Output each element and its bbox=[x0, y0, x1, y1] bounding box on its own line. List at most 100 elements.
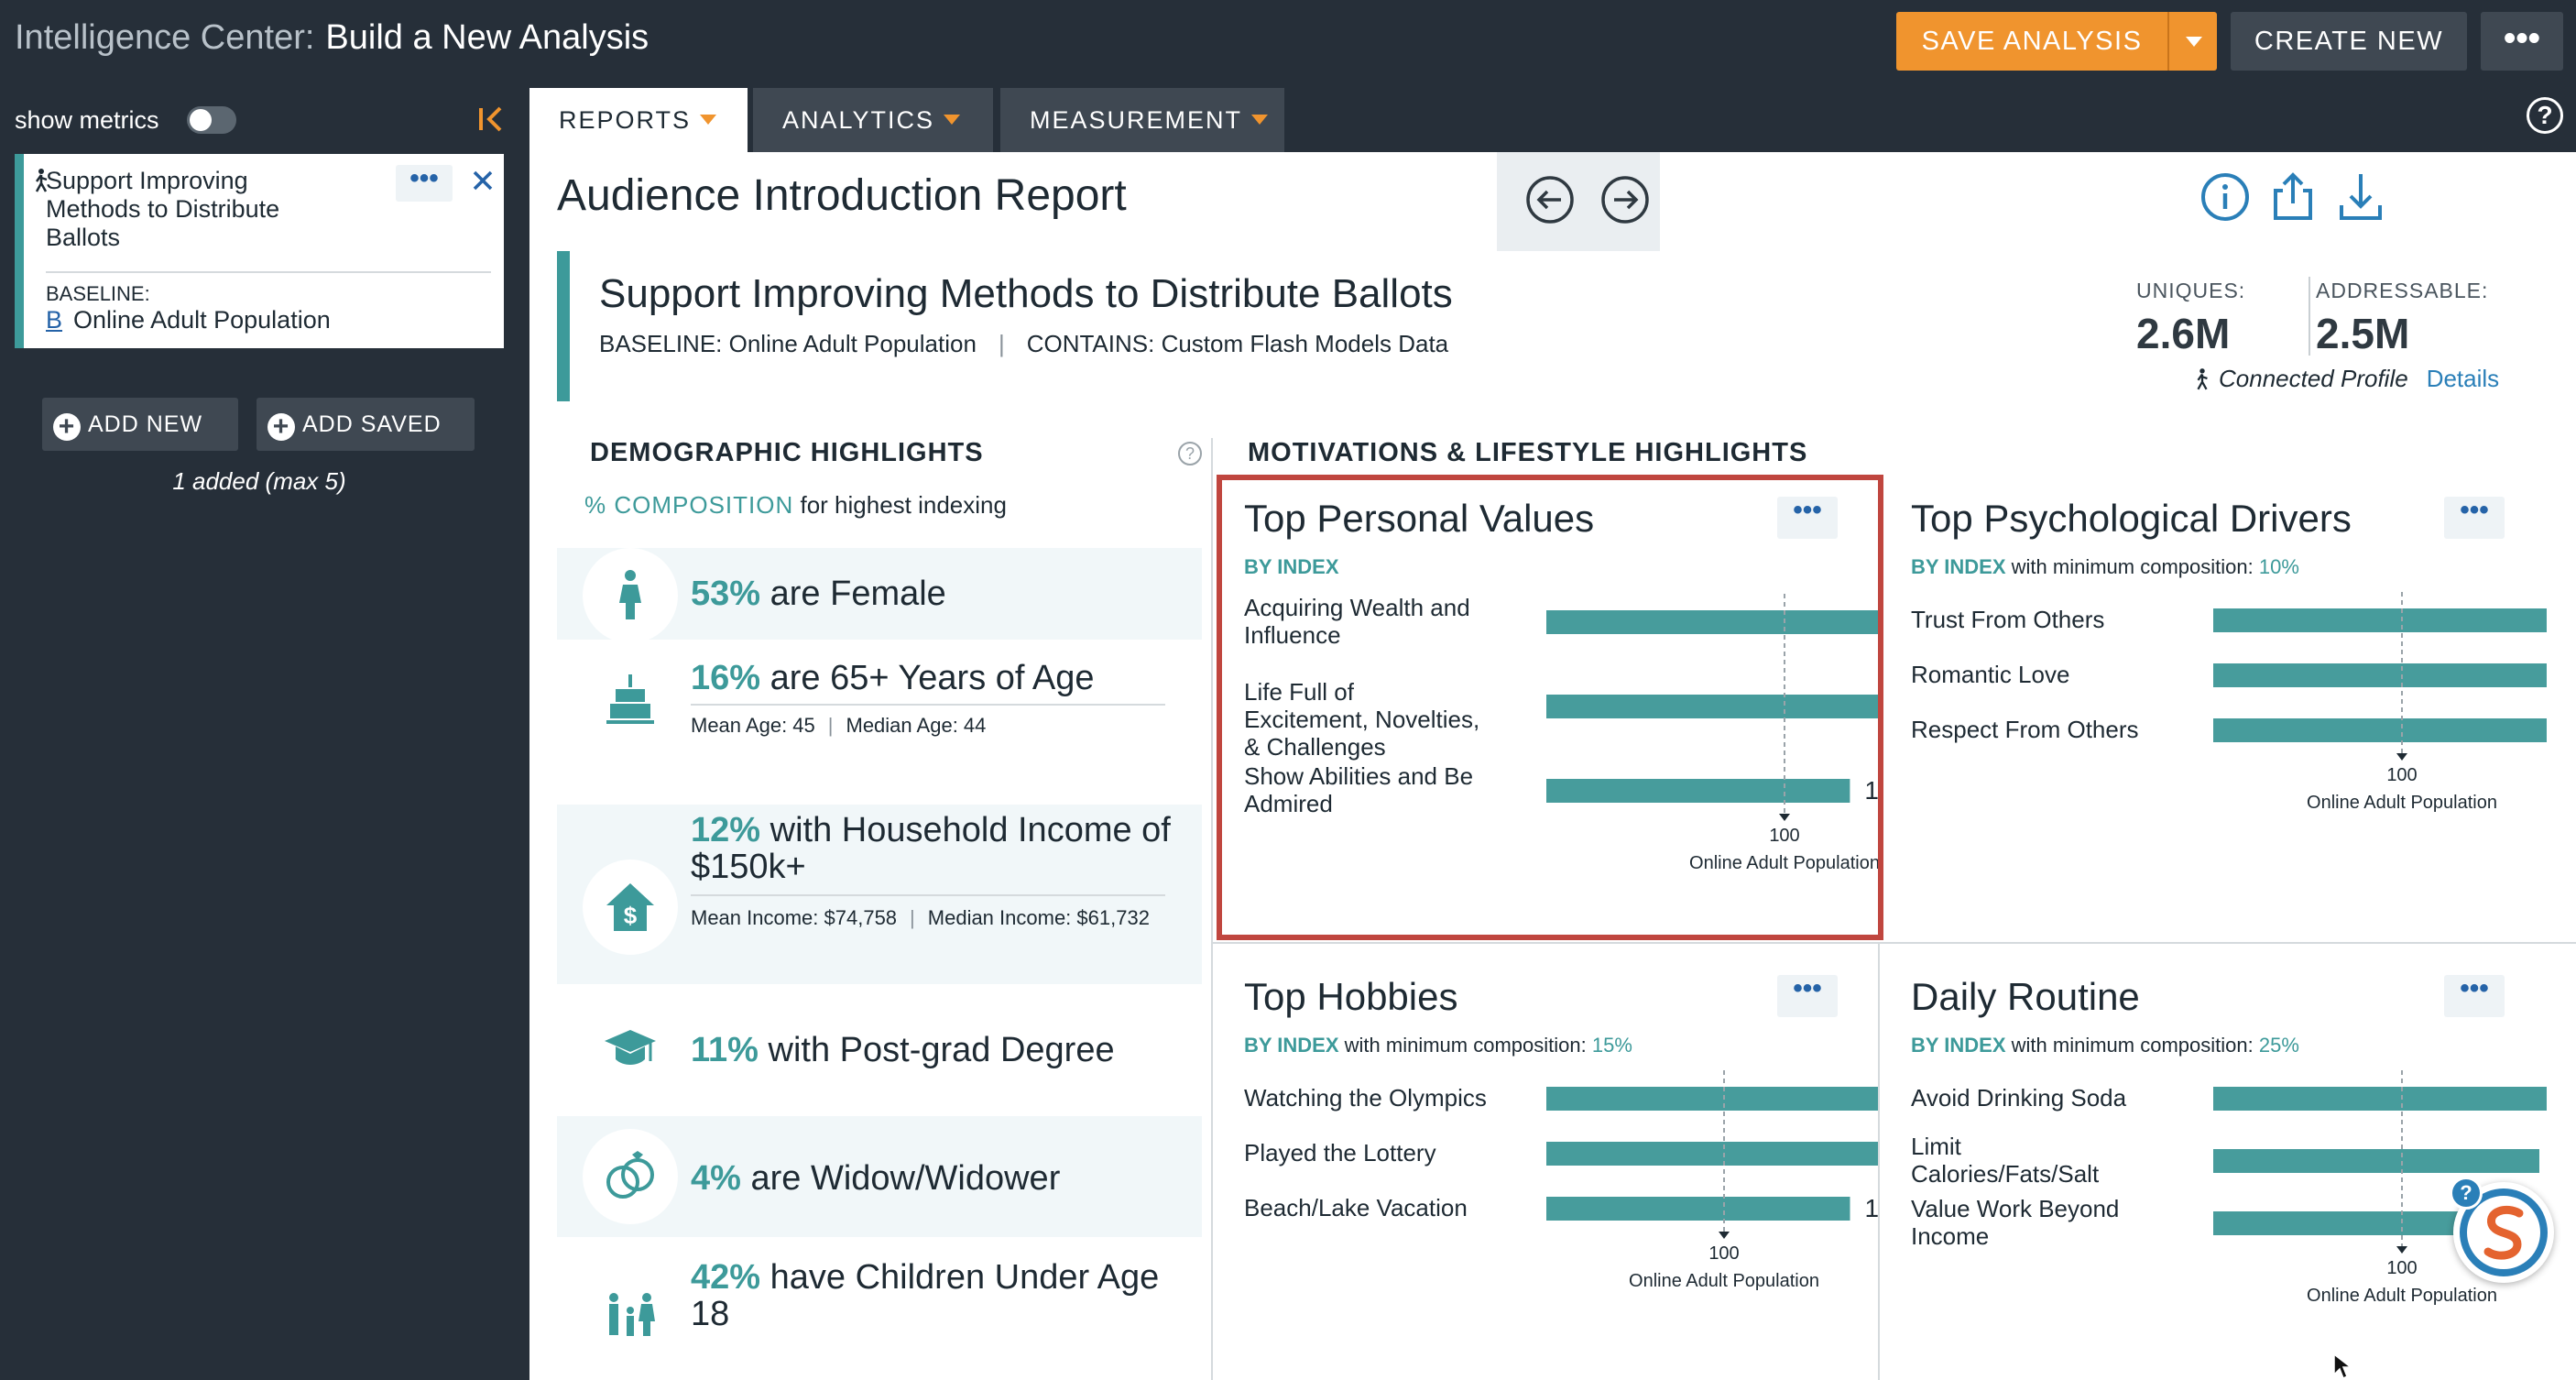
bar bbox=[2213, 608, 2547, 632]
female-stat: 53% are Female bbox=[691, 575, 946, 612]
bar bbox=[1546, 1197, 1850, 1221]
add-saved-label: ADD SAVED bbox=[302, 411, 442, 437]
baseline-label: BASELINE: bbox=[46, 282, 150, 305]
bar-label: Played the Lottery bbox=[1244, 1139, 1436, 1166]
grid-divider-horizontal bbox=[1211, 942, 2576, 944]
stat-percent: 42% bbox=[691, 1258, 761, 1297]
row-divider bbox=[691, 704, 1165, 706]
bar-label: Avoid Drinking Soda bbox=[1911, 1084, 2127, 1112]
daily-routine-panel: Daily Routine ••• BY INDEX with minimum … bbox=[1887, 957, 2547, 1380]
divider: | bbox=[827, 714, 834, 737]
save-analysis-label[interactable]: SAVE ANALYSIS bbox=[1896, 12, 2167, 71]
tab-measurement-label: MEASUREMENT bbox=[1030, 106, 1243, 134]
chevron-down-icon bbox=[1251, 115, 1269, 125]
demographic-subheading: % COMPOSITION for highest indexing bbox=[584, 491, 1007, 520]
arrow-left-icon[interactable] bbox=[1524, 174, 1576, 225]
reference-label: Online Adult Population bbox=[2307, 1286, 2497, 1306]
stat-text: are Widow/Widower bbox=[750, 1159, 1061, 1198]
hobbies-panel: Top Hobbies ••• BY INDEX with minimum co… bbox=[1220, 957, 1880, 1380]
collapse-icon[interactable] bbox=[476, 103, 508, 136]
bar-label: Watching the Olympics bbox=[1244, 1084, 1487, 1112]
motivations-heading: MOTIVATIONS & LIFESTYLE HIGHLIGHTS bbox=[1248, 438, 1808, 467]
add-saved-button[interactable]: + ADD SAVED bbox=[257, 398, 475, 451]
column-divider bbox=[1211, 438, 1213, 1380]
tab-reports-label: REPORTS bbox=[559, 106, 692, 134]
addressable-stat: ADDRESSABLE: 2.5M bbox=[2316, 279, 2488, 358]
baseline-value-text: Online Adult Population bbox=[73, 306, 331, 334]
bar-label-line: Income bbox=[1911, 1222, 1989, 1250]
uniques-label: UNIQUES: bbox=[2136, 279, 2246, 302]
help-icon[interactable]: ? bbox=[2527, 97, 2563, 134]
save-options-dropdown[interactable] bbox=[2167, 12, 2217, 71]
plus-icon: + bbox=[267, 413, 295, 441]
stat-percent: 16% bbox=[691, 659, 761, 697]
arrow-right-icon[interactable] bbox=[1599, 174, 1651, 225]
stat-percent: 53% bbox=[691, 575, 761, 613]
save-analysis-button[interactable]: SAVE ANALYSIS bbox=[1896, 12, 2217, 71]
help-icon[interactable]: ? bbox=[1178, 442, 1202, 465]
report-title: Audience Introduction Report bbox=[557, 171, 1127, 220]
bar-chart: Trust From Others111Romantic Love110Resp… bbox=[1911, 592, 2547, 813]
help-icon[interactable]: ? bbox=[2450, 1177, 2483, 1210]
chevron-down-icon bbox=[944, 115, 961, 125]
selection-highlight bbox=[1217, 475, 1883, 940]
widow-stat: 4% are Widow/Widower bbox=[691, 1160, 1060, 1197]
top-bar: Intelligence Center: Build a New Analysis… bbox=[0, 0, 2576, 84]
bar bbox=[2213, 718, 2547, 742]
audience-summary: Support Improving Methods to Distribute … bbox=[557, 251, 2576, 407]
composition-label: % COMPOSITION bbox=[584, 491, 794, 519]
app-title: Intelligence Center: bbox=[15, 18, 315, 57]
audience-card[interactable]: Support Improving Methods to Distribute … bbox=[15, 154, 504, 348]
reference-marker bbox=[1719, 1232, 1730, 1239]
reference-value: 100 bbox=[1708, 1243, 1739, 1264]
stat-percent: 12% bbox=[691, 811, 761, 849]
details-link[interactable]: Details bbox=[2427, 365, 2499, 392]
age-stat: 16% are 65+ Years of Age bbox=[691, 660, 1095, 696]
bar bbox=[2213, 663, 2547, 687]
report-nav bbox=[1497, 152, 1660, 251]
bar-label: Limit Calories/Fats/Salt bbox=[1911, 1133, 2100, 1188]
tab-analytics[interactable]: ANALYTICS bbox=[753, 88, 993, 152]
median-age: Median Age: 44 bbox=[846, 714, 987, 737]
share-icon[interactable] bbox=[2266, 170, 2319, 224]
connected-profile-label: Connected Profile bbox=[2219, 365, 2408, 392]
bar-label: Trust From Others bbox=[1911, 606, 2104, 633]
show-metrics-toggle[interactable] bbox=[187, 106, 236, 134]
tab-bar: REPORTS ANALYTICS MEASUREMENT bbox=[529, 84, 2576, 152]
bar-label-line: Watching the Olympics bbox=[1244, 1084, 1487, 1112]
download-icon[interactable] bbox=[2334, 170, 2387, 224]
audience-card-title: Support Improving Methods to Distribute … bbox=[46, 167, 280, 251]
age-sub-stats: Mean Age: 45 | Median Age: 44 bbox=[691, 707, 986, 744]
breadcrumb: Intelligence Center: Build a New Analysis bbox=[15, 18, 649, 58]
baseline-value: B Online Adult Population bbox=[46, 306, 331, 334]
stat-text: with Household Income of $150k+ bbox=[691, 811, 1171, 886]
more-options-button[interactable]: ••• bbox=[2481, 12, 2563, 71]
summary-contains: CONTAINS: Custom Flash Models Data bbox=[1026, 330, 1449, 357]
bar-label-line: Limit bbox=[1911, 1133, 1962, 1160]
row-divider bbox=[691, 894, 1165, 896]
show-metrics-label: show metrics bbox=[15, 106, 159, 134]
bar-label: Beach/Lake Vacation bbox=[1244, 1194, 1468, 1221]
audience-card-more-button[interactable]: ••• bbox=[396, 165, 453, 202]
bar-label: Respect From Others bbox=[1911, 716, 2139, 743]
demographic-row: 16% are 65+ Years of Age Mean Age: 45 | Me… bbox=[557, 647, 1202, 748]
close-icon[interactable] bbox=[471, 169, 495, 192]
info-icon[interactable] bbox=[2199, 170, 2252, 224]
person-icon bbox=[2197, 368, 2208, 390]
tab-reports[interactable]: REPORTS bbox=[529, 88, 748, 152]
svg-text:$: $ bbox=[624, 902, 638, 929]
bar bbox=[2213, 1149, 2539, 1173]
demographic-heading: DEMOGRAPHIC HIGHLIGHTS bbox=[590, 438, 984, 467]
tab-measurement[interactable]: MEASUREMENT bbox=[1000, 88, 1284, 152]
uniques-stat: UNIQUES: 2.6M bbox=[2136, 279, 2245, 358]
divider: | bbox=[998, 330, 1005, 357]
bar bbox=[1546, 1142, 1880, 1166]
summary-accent-bar bbox=[557, 251, 570, 401]
add-new-button[interactable]: + ADD NEW bbox=[42, 398, 238, 451]
demographic-row: 53% are Female bbox=[557, 548, 1202, 643]
stat-text: with Post-grad Degree bbox=[768, 1031, 1115, 1069]
bar-label-line: Respect From Others bbox=[1911, 716, 2139, 743]
addressable-label: ADDRESSABLE: bbox=[2316, 279, 2489, 302]
income-stat: 12% with Household Income of $150k+ bbox=[691, 812, 1185, 885]
create-new-button[interactable]: CREATE NEW bbox=[2231, 12, 2467, 71]
